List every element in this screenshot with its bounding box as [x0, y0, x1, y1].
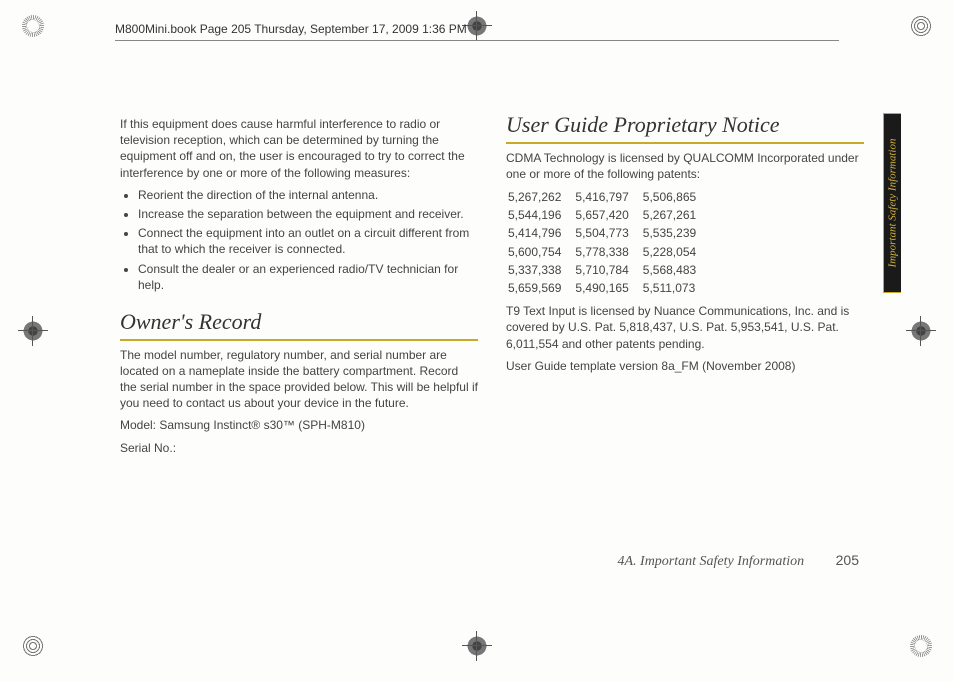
owner-model: Model: Samsung Instinct® s30™ (SPH-M810)	[120, 417, 478, 433]
measures-list: Reorient the direction of the internal a…	[120, 187, 478, 293]
patent-table: 5,267,2625,416,7975,506,865 5,544,1965,6…	[508, 188, 710, 297]
intro-paragraph: If this equipment does cause harmful int…	[120, 116, 478, 181]
heading-proprietary-notice: User Guide Proprietary Notice	[506, 110, 864, 144]
crop-mark-icon	[910, 15, 932, 37]
list-item: Reorient the direction of the internal a…	[138, 187, 478, 203]
crop-mark-icon	[22, 320, 44, 342]
t9-paragraph: T9 Text Input is licensed by Nuance Comm…	[506, 303, 864, 352]
crop-mark-icon	[22, 15, 44, 37]
list-item: Connect the equipment into an outlet on …	[138, 225, 478, 257]
owner-serial: Serial No.:	[120, 440, 478, 456]
right-column: User Guide Proprietary Notice CDMA Techn…	[506, 110, 864, 462]
crop-mark-icon	[910, 635, 932, 657]
list-item: Consult the dealer or an experienced rad…	[138, 261, 478, 293]
heading-owners-record: Owner's Record	[120, 307, 478, 341]
template-version: User Guide template version 8a_FM (Novem…	[506, 358, 864, 374]
list-item: Increase the separation between the equi…	[138, 206, 478, 222]
table-row: 5,544,1965,657,4205,267,261	[508, 206, 710, 224]
table-row: 5,267,2625,416,7975,506,865	[508, 188, 710, 206]
side-tab: Important Safety Information	[883, 113, 901, 293]
table-row: 5,337,3385,710,7845,568,483	[508, 261, 710, 279]
crop-mark-icon	[910, 320, 932, 342]
crop-mark-icon	[22, 635, 44, 657]
page-footer: 4A. Important Safety Information 205	[617, 552, 859, 570]
footer-section: 4A. Important Safety Information	[617, 554, 804, 569]
owner-paragraph: The model number, regulatory number, and…	[120, 347, 478, 412]
table-row: 5,414,7965,504,7735,535,239	[508, 224, 710, 242]
page-number: 205	[836, 552, 859, 568]
table-row: 5,600,7545,778,3385,228,054	[508, 243, 710, 261]
cdma-paragraph: CDMA Technology is licensed by QUALCOMM …	[506, 150, 864, 182]
left-column: If this equipment does cause harmful int…	[120, 110, 478, 462]
side-tab-label: Important Safety Information	[887, 139, 899, 268]
page-header: M800Mini.book Page 205 Thursday, Septemb…	[115, 22, 839, 41]
table-row: 5,659,5695,490,1655,511,073	[508, 279, 710, 297]
crop-mark-icon	[466, 635, 488, 657]
